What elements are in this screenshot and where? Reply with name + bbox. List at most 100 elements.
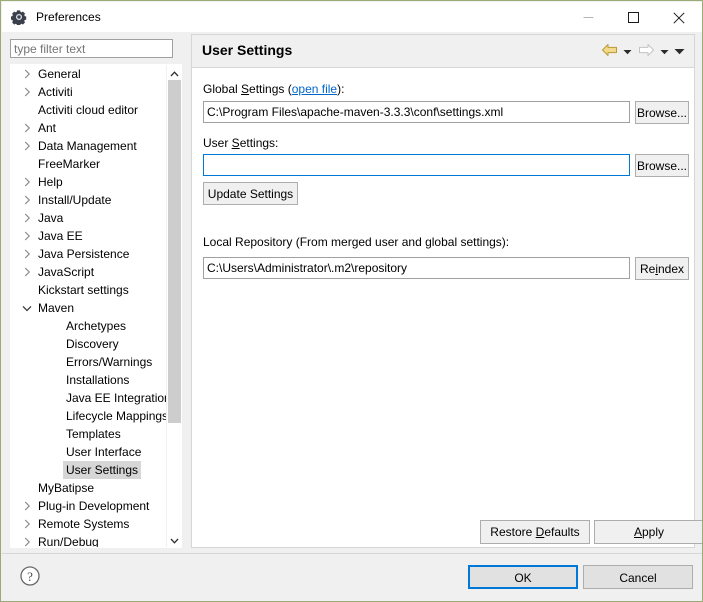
- tree-item[interactable]: Archetypes: [11, 317, 167, 335]
- tree-item[interactable]: Activiti: [11, 83, 167, 101]
- tree-item[interactable]: Plug-in Development: [11, 497, 167, 515]
- tree-item-label: Maven: [38, 301, 75, 315]
- navigation-toolbar: [599, 35, 686, 67]
- tree-item[interactable]: Templates: [11, 425, 167, 443]
- chevron-right-icon[interactable]: [19, 65, 35, 83]
- chevron-down-icon[interactable]: [19, 299, 35, 317]
- update-settings-button[interactable]: Update Settings: [203, 182, 298, 205]
- tree-item[interactable]: Kickstart settings: [11, 281, 167, 299]
- window-title: Preferences: [36, 10, 101, 24]
- ok-button[interactable]: OK: [468, 565, 578, 589]
- chevron-down-icon: [170, 533, 179, 547]
- help-button[interactable]: ?: [18, 565, 42, 589]
- preferences-window: Preferences General Activiti Activiti clou…: [0, 0, 703, 602]
- scroll-up-button[interactable]: [167, 65, 181, 80]
- back-button[interactable]: [599, 41, 619, 61]
- tree-item[interactable]: Run/Debug: [11, 533, 167, 547]
- view-menu-button[interactable]: [673, 41, 686, 61]
- close-button[interactable]: [656, 3, 701, 32]
- tree-item[interactable]: Errors/Warnings: [11, 353, 167, 371]
- forward-dropdown-button[interactable]: [658, 41, 671, 61]
- tree-item[interactable]: JavaScript: [11, 263, 167, 281]
- chevron-right-icon[interactable]: [19, 209, 35, 227]
- scroll-down-button[interactable]: [167, 532, 181, 547]
- tree-item-label: Kickstart settings: [38, 283, 129, 297]
- tree-scrollbar-thumb[interactable]: [168, 80, 181, 423]
- tree-item[interactable]: Java Persistence: [11, 245, 167, 263]
- help-question-icon: ?: [19, 565, 41, 590]
- global-settings-label-suffix: ettings (: [249, 82, 292, 96]
- chevron-down-icon: [623, 44, 632, 58]
- apply-suffix: pply: [642, 525, 665, 539]
- restore-defaults-button[interactable]: Restore Defaults: [480, 520, 590, 544]
- tree-item-list: General Activiti Activiti cloud editor Ant D…: [11, 65, 167, 547]
- tree-item[interactable]: Install/Update: [11, 191, 167, 209]
- filter-input[interactable]: [10, 39, 173, 58]
- title-bar: Preferences: [2, 2, 702, 32]
- chevron-down-icon: [660, 44, 669, 58]
- reindex-button[interactable]: Reindex: [635, 257, 689, 280]
- tree-scrollbar[interactable]: [166, 65, 181, 547]
- back-dropdown-button[interactable]: [621, 41, 634, 61]
- user-settings-label-mnemonic: S: [231, 136, 240, 150]
- apply-button[interactable]: Apply: [594, 520, 702, 544]
- chevron-right-icon[interactable]: [19, 83, 35, 101]
- local-repository-input[interactable]: [203, 257, 630, 279]
- chevron-right-icon[interactable]: [19, 515, 35, 533]
- tree-item[interactable]: Remote Systems: [11, 515, 167, 533]
- open-file-link[interactable]: open file: [292, 82, 337, 96]
- tree-item[interactable]: General: [11, 65, 167, 83]
- chevron-right-icon[interactable]: [19, 137, 35, 155]
- forward-arrow-icon: [638, 43, 655, 60]
- chevron-right-icon[interactable]: [19, 497, 35, 515]
- tree-item-label: FreeMarker: [38, 157, 101, 171]
- tree-item[interactable]: Help: [11, 173, 167, 191]
- reindex-prefix: Re: [639, 261, 656, 276]
- user-settings-label-prefix: User: [203, 136, 232, 150]
- tree-item-label: Java EE: [38, 229, 83, 243]
- tree-item-label: Activiti: [38, 85, 73, 99]
- tree-item-label: MyBatipse: [38, 481, 95, 495]
- tree-item[interactable]: Java EE Integration: [11, 389, 167, 407]
- tree-item-label: Java: [38, 211, 64, 225]
- content-header: User Settings: [192, 35, 694, 68]
- chevron-right-icon[interactable]: [19, 119, 35, 137]
- user-settings-browse-button[interactable]: Browse...: [635, 154, 689, 177]
- chevron-right-icon[interactable]: [19, 227, 35, 245]
- chevron-right-icon[interactable]: [19, 263, 35, 281]
- tree-item-label: Remote Systems: [38, 517, 130, 531]
- close-icon: [672, 11, 685, 24]
- maximize-icon: [628, 12, 639, 23]
- tree-item[interactable]: FreeMarker: [11, 155, 167, 173]
- chevron-right-icon[interactable]: [19, 191, 35, 209]
- tree-item-label: Run/Debug: [38, 535, 99, 547]
- user-settings-input[interactable]: [203, 154, 630, 176]
- tree-item-label: General: [38, 67, 81, 81]
- tree-item[interactable]: Ant: [11, 119, 167, 137]
- local-repository-label: Local Repository (From merged user and g…: [203, 235, 510, 249]
- tree-item[interactable]: Activiti cloud editor: [11, 101, 167, 119]
- tree-item[interactable]: Discovery: [11, 335, 167, 353]
- chevron-up-icon: [170, 66, 179, 80]
- cancel-button[interactable]: Cancel: [583, 565, 693, 589]
- tree-item[interactable]: Java: [11, 209, 167, 227]
- minimize-button[interactable]: [566, 3, 611, 32]
- tree-item-label: Lifecycle Mappings: [66, 409, 167, 423]
- global-settings-label-end: ):: [337, 82, 345, 96]
- global-settings-input[interactable]: [203, 101, 630, 123]
- tree-item[interactable]: User Settings: [11, 461, 167, 479]
- tree-item[interactable]: Maven: [11, 299, 167, 317]
- global-settings-browse-button[interactable]: Browse...: [635, 101, 689, 124]
- user-settings-label-suffix: ettings:: [239, 136, 279, 150]
- tree-item[interactable]: Lifecycle Mappings: [11, 407, 167, 425]
- maximize-button[interactable]: [611, 3, 656, 32]
- tree-item-label: Errors/Warnings: [66, 355, 153, 369]
- chevron-right-icon[interactable]: [19, 533, 35, 547]
- chevron-right-icon[interactable]: [19, 245, 35, 263]
- tree-item[interactable]: User Interface: [11, 443, 167, 461]
- tree-item[interactable]: MyBatipse: [11, 479, 167, 497]
- tree-item[interactable]: Data Management: [11, 137, 167, 155]
- tree-item[interactable]: Java EE: [11, 227, 167, 245]
- chevron-right-icon[interactable]: [19, 173, 35, 191]
- tree-item[interactable]: Installations: [11, 371, 167, 389]
